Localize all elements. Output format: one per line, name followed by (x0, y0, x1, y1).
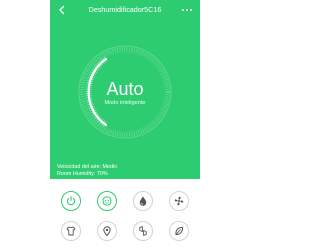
water-drop-icon (139, 196, 147, 206)
location-button[interactable] (97, 221, 117, 241)
shirt-icon (66, 226, 76, 236)
chevron-left-icon[interactable] (57, 5, 67, 15)
sleep-icon (139, 226, 147, 236)
device-panel: Deshumidificador5C16 Auto Modo inteligen… (50, 0, 200, 179)
device-title: Deshumidificador5C16 (88, 5, 162, 14)
power-button[interactable] (61, 191, 81, 211)
power-icon (66, 195, 76, 206)
fan-button[interactable] (169, 191, 189, 211)
location-pin-icon (103, 226, 111, 237)
sleep-button[interactable] (133, 221, 153, 241)
more-dots-icon[interactable] (181, 5, 193, 15)
leaf-icon (175, 226, 184, 236)
dehumidify-button[interactable] (133, 191, 153, 211)
fan-speed-status: Velocidad del aire: Medio (57, 164, 118, 170)
room-humidity-status: Room Humidity: 70% (57, 171, 108, 177)
laundry-button[interactable] (61, 221, 81, 241)
smart-mode-button[interactable] (97, 191, 117, 211)
mode-label: Auto (106, 79, 144, 99)
mode-subtitle: Modo inteligente (104, 100, 146, 106)
header: Deshumidificador5C16 (50, 0, 200, 20)
eco-button[interactable] (169, 221, 189, 241)
fan-icon (174, 196, 184, 206)
smart-face-icon (102, 196, 112, 206)
